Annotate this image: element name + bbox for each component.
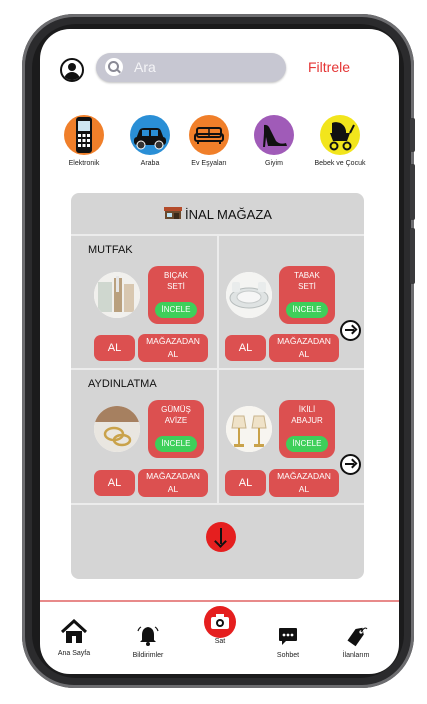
inspect-button[interactable]: İNCELE — [286, 302, 328, 318]
inspect-button[interactable]: İNCELE — [155, 302, 197, 318]
inspect-button[interactable]: İNCELE — [286, 436, 328, 452]
category-label: Giyim — [265, 160, 283, 167]
category-clothing[interactable]: Giyim — [239, 115, 309, 167]
app-screen: Ara Filtrele Elektronik Araba Ev Eşyalar… — [40, 29, 399, 674]
phone-side-button — [410, 228, 415, 284]
product-image-plate-set[interactable] — [226, 272, 272, 318]
stroller-icon — [320, 115, 360, 155]
next-arrow-icon[interactable] — [340, 320, 361, 341]
buy-from-store-button[interactable]: MAĞAZADAN AL — [269, 469, 339, 497]
high-heel-icon — [254, 115, 294, 155]
nav-label: Sat — [214, 638, 226, 645]
section-title: MUTFAK — [88, 244, 133, 256]
tag-icon — [347, 627, 368, 647]
store-panel: İNAL MAĞAZA MUTFAK BIÇAK SETİ İNCELE AL M… — [71, 193, 364, 579]
inspect-button[interactable]: İNCELE — [155, 436, 197, 452]
product-name: AVİZE — [164, 416, 188, 425]
sofa-icon — [189, 115, 229, 155]
product-name: GÜMÜŞ — [161, 405, 191, 414]
filter-button[interactable]: Filtrele — [308, 59, 350, 75]
category-label: Bebek ve Çocuk — [314, 160, 366, 167]
buy-from-store-button[interactable]: MAĞAZADAN AL — [269, 334, 339, 362]
buy-from-store-button[interactable]: MAĞAZADAN AL — [138, 469, 208, 497]
nav-label: İlanlarım — [342, 652, 370, 659]
search-bar[interactable]: Ara — [96, 53, 286, 82]
search-placeholder: Ara — [134, 59, 156, 75]
buy-button[interactable]: AL — [225, 470, 266, 496]
buy-button[interactable]: AL — [94, 470, 135, 496]
product-name: İKİLİ — [298, 405, 316, 414]
nav-home[interactable]: Ana Sayfa — [44, 618, 104, 657]
product-card-knife-set[interactable]: BIÇAK SETİ İNCELE — [148, 266, 204, 324]
section-title: AYDINLATMA — [88, 378, 157, 390]
camera-icon — [204, 606, 236, 638]
bell-icon — [137, 626, 159, 646]
category-label: Ev Eşyaları — [191, 160, 227, 167]
shop-icon — [163, 206, 183, 219]
nav-notifications[interactable]: Bildirimler — [118, 625, 178, 659]
product-image-silver-chandelier[interactable] — [94, 406, 140, 452]
category-label: Elektronik — [68, 160, 100, 167]
product-name: SETİ — [167, 282, 185, 291]
store-name: İNAL MAĞAZA — [185, 207, 272, 222]
profile-avatar-icon[interactable] — [60, 58, 84, 82]
phone-icon — [64, 115, 104, 155]
product-image-knife-set[interactable] — [94, 272, 140, 318]
product-name: TABAK — [294, 271, 320, 280]
chat-icon — [279, 628, 297, 645]
scroll-down-arrow-icon[interactable] — [206, 522, 236, 552]
search-icon — [105, 58, 123, 76]
product-name: SETİ — [298, 282, 316, 291]
divider — [217, 235, 219, 369]
phone-side-button — [410, 164, 415, 220]
category-home-goods[interactable]: Ev Eşyaları — [174, 115, 244, 167]
nav-label: Bildirimler — [132, 652, 164, 659]
product-card-plate-set[interactable]: TABAK SETİ İNCELE — [279, 266, 335, 324]
buy-from-store-button[interactable]: MAĞAZADAN AL — [138, 334, 208, 362]
next-arrow-icon[interactable] — [340, 454, 361, 475]
product-name: ABAJUR — [291, 416, 323, 425]
product-card-silver-chandelier[interactable]: GÜMÜŞ AVİZE İNCELE — [148, 400, 204, 458]
product-image-twin-lampshade[interactable] — [226, 406, 272, 452]
product-name: BIÇAK — [163, 271, 188, 280]
nav-divider — [40, 600, 399, 602]
car-icon — [130, 115, 170, 155]
nav-my-listings[interactable]: İlanlarım — [326, 625, 386, 659]
nav-sell[interactable]: Sat — [190, 606, 250, 645]
divider — [71, 503, 364, 505]
category-electronics[interactable]: Elektronik — [49, 115, 119, 167]
store-title: İNAL MAĞAZA — [71, 206, 364, 222]
nav-label: Sohbet — [276, 652, 300, 659]
nav-chat[interactable]: Sohbet — [258, 625, 318, 659]
category-baby-kids[interactable]: Bebek ve Çocuk — [305, 115, 375, 167]
home-icon — [60, 618, 88, 643]
product-card-twin-lampshade[interactable]: İKİLİ ABAJUR İNCELE — [279, 400, 335, 458]
divider — [217, 370, 219, 504]
nav-label: Ana Sayfa — [57, 650, 91, 657]
phone-side-button — [410, 118, 415, 152]
buy-button[interactable]: AL — [225, 335, 266, 361]
buy-button[interactable]: AL — [94, 335, 135, 361]
